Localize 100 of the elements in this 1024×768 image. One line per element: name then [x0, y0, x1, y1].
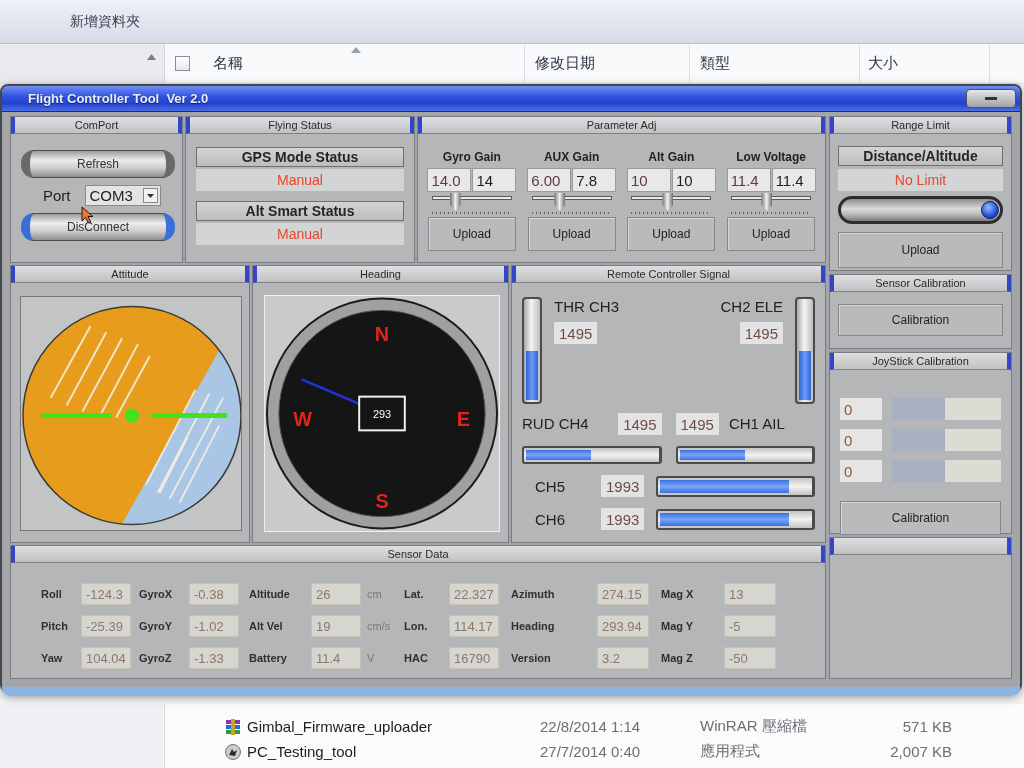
select-all-checkbox[interactable]	[175, 56, 190, 71]
calibration-button[interactable]: Calibration	[838, 304, 1003, 336]
panel-header: Heading	[253, 266, 508, 283]
app-icon	[225, 743, 241, 760]
sensor-value: 13	[724, 583, 776, 605]
range-label: Distance/Altitude	[838, 146, 1003, 166]
minimize-icon	[985, 97, 997, 100]
caret-icon	[142, 187, 158, 203]
calibration-button[interactable]: Calibration	[840, 501, 1001, 535]
sensor-label: Altitude	[249, 588, 291, 600]
panel-header: JoyStick Calibration	[830, 353, 1011, 370]
input-field[interactable]: 7.8	[572, 168, 617, 192]
parameter-label: Low Voltage	[736, 150, 806, 166]
channel-label: CH1 AIL	[728, 414, 785, 434]
sensor-value: 16790	[449, 647, 499, 669]
sensor-label: Mag Z	[661, 652, 694, 664]
refresh-button[interactable]: Refresh	[21, 149, 175, 178]
input-field[interactable]: 10	[671, 168, 716, 192]
sensor-label: Pitch	[41, 620, 69, 632]
upload-button[interactable]: Upload	[838, 232, 1003, 268]
port-label: Port	[43, 186, 71, 204]
upload-button[interactable]: Upload	[427, 217, 516, 251]
cardinal-label: E	[456, 408, 470, 431]
parameter-label: Alt Gain	[648, 150, 695, 166]
unit-label: cm/s	[366, 620, 392, 632]
panel-header: Range Limit	[830, 117, 1011, 134]
slider-thumb[interactable]	[662, 193, 674, 211]
channel-value: 1495	[618, 413, 662, 435]
sensor-label: Lat.	[404, 588, 425, 600]
sensor-value: -0.38	[189, 583, 239, 605]
slider-thumb[interactable]	[449, 193, 461, 211]
sensor-label: Mag Y	[661, 620, 695, 632]
file-name[interactable]: Gimbal_Firmware_uploader	[247, 718, 433, 735]
calibration-value: 0	[840, 398, 882, 420]
status-label: Alt Smart Status	[196, 201, 404, 221]
input-field[interactable]: 11.4	[771, 168, 816, 192]
channel-label: RUD CH4	[522, 414, 589, 434]
unit-label: V	[366, 652, 376, 664]
column-header[interactable]: 大小	[860, 44, 990, 83]
new-folder-button[interactable]: 新增資料夾	[62, 8, 148, 35]
channel-label: CH2 ELE	[720, 297, 783, 317]
sensor-value: 3.2	[597, 647, 649, 669]
sensor-value: -5	[724, 615, 776, 637]
upload-button[interactable]: Upload	[727, 217, 816, 251]
sensor-value: 274.15	[597, 583, 649, 605]
slider-thumb[interactable]	[981, 201, 999, 219]
sensor-value: -50	[724, 647, 776, 669]
sensor-label: Yaw	[41, 652, 64, 664]
sensor-value: 11.4	[311, 647, 361, 669]
mouse-cursor-icon	[81, 205, 94, 224]
channel-value: 1495	[554, 322, 598, 344]
sensor-label: Mag X	[661, 588, 695, 600]
panel-header: Remote Controller Signal	[512, 266, 825, 283]
sensor-label: Version	[511, 652, 552, 664]
sensor-label: HAC	[404, 652, 429, 664]
panel-header: Parameter Adj	[418, 117, 825, 134]
panel-header: Attitude	[11, 266, 249, 283]
input-field[interactable]: 14	[472, 168, 517, 192]
archive-icon	[225, 718, 241, 735]
range-slider-track[interactable]	[838, 196, 1003, 224]
file-size: 2,007 KB	[889, 743, 952, 760]
current-value-field: 11.4	[726, 168, 771, 192]
current-value-field: 14.0	[427, 168, 472, 192]
calibration-value: 0	[840, 429, 882, 451]
column-header[interactable]: 類型	[690, 44, 860, 83]
upload-button[interactable]: Upload	[627, 217, 716, 251]
sort-arrow-icon	[351, 47, 361, 53]
sensor-value: 104.04	[81, 647, 131, 669]
file-type: WinRAR 壓縮檔	[699, 717, 808, 736]
upload-button[interactable]: Upload	[527, 217, 616, 251]
channel-value: 1495	[739, 322, 783, 344]
slider-thumb[interactable]	[761, 193, 773, 211]
panel-header: Sensor Calibration	[830, 275, 1011, 292]
status-value: Manual	[196, 169, 404, 191]
file-size: 571 KB	[901, 718, 952, 735]
cardinal-label: W	[293, 408, 313, 431]
file-name[interactable]: PC_Testing_tool	[247, 743, 357, 760]
panel-header: Flying Status	[186, 117, 414, 134]
sensor-value: -25.39	[81, 615, 131, 637]
status-label: GPS Mode Status	[196, 147, 404, 167]
sensor-value: -1.02	[189, 615, 239, 637]
port-select[interactable]: COM3	[84, 184, 161, 206]
sensor-label: GyroX	[139, 588, 173, 600]
disconnect-button[interactable]: DisConnect	[21, 212, 175, 241]
column-header[interactable]: 名稱	[205, 44, 525, 83]
sensor-label: Alt Vel	[249, 620, 284, 632]
window-title: Flight Controller Tool Ver 2.0	[28, 91, 209, 106]
sensor-value: -1.33	[189, 647, 239, 669]
channel-value: 1993	[601, 475, 644, 497]
channel-value: 1495	[675, 413, 719, 435]
sensor-value: 19	[311, 615, 361, 637]
cardinal-label: S	[375, 489, 389, 512]
minimize-button[interactable]	[966, 89, 1016, 108]
scroll-up-icon[interactable]	[147, 54, 156, 60]
unit-label: cm	[366, 588, 383, 600]
slider-thumb[interactable]	[554, 193, 566, 211]
cardinal-label: N	[374, 323, 390, 346]
column-header[interactable]: 修改日期	[525, 44, 690, 83]
sensor-label: Lon.	[404, 620, 429, 632]
panel-header: Sensor Data	[11, 546, 825, 563]
